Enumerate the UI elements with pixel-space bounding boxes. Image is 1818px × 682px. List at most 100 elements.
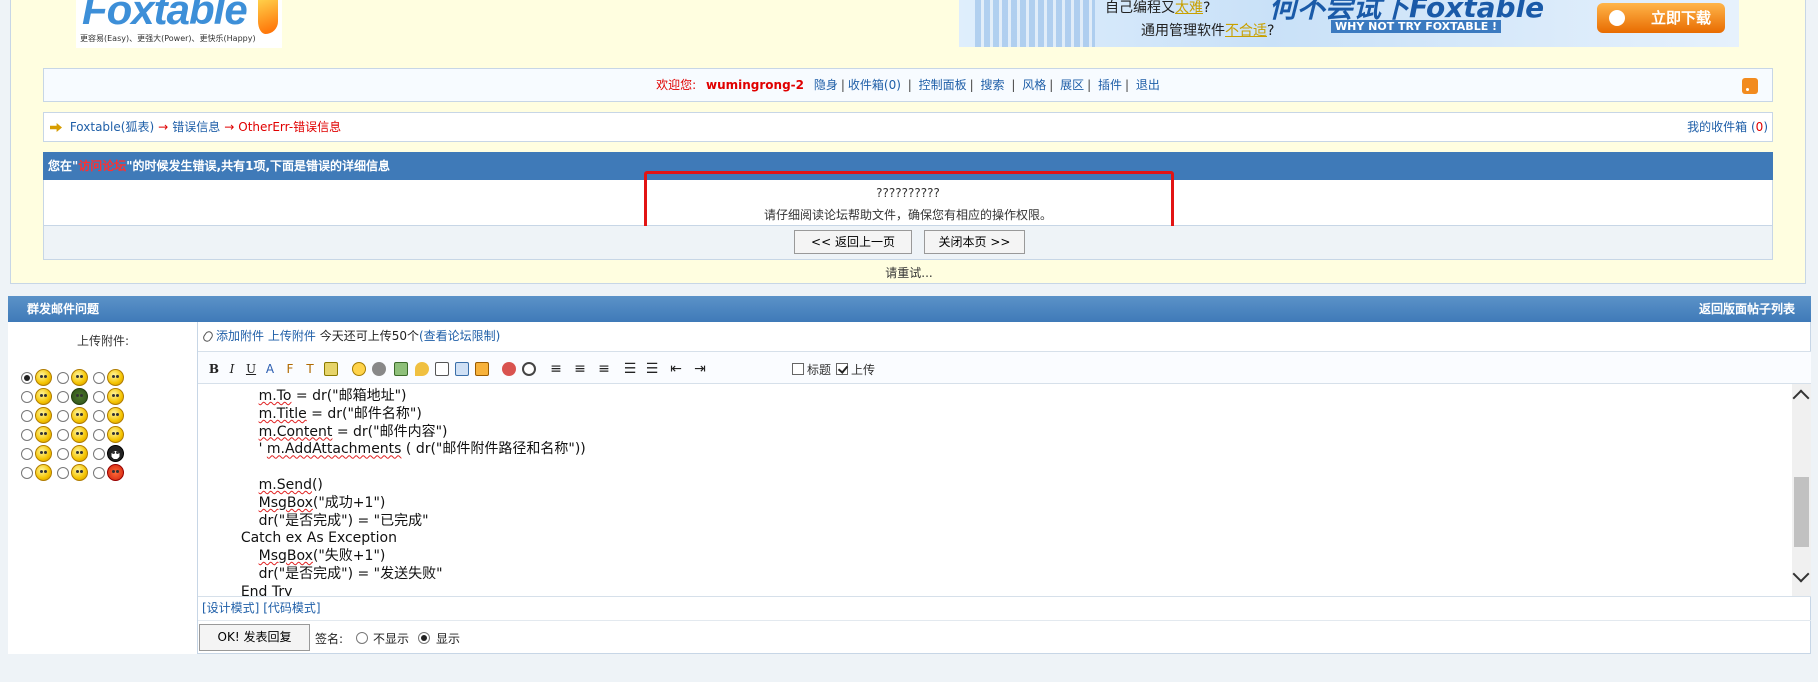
bold-icon[interactable]: B	[206, 361, 222, 377]
emoticon-radio[interactable]	[21, 410, 33, 422]
align-right-icon[interactable]: ≡	[596, 361, 612, 377]
code-line: End Try	[240, 583, 293, 596]
link-control-panel[interactable]: 控制面板	[919, 78, 967, 92]
media-icon[interactable]	[435, 362, 449, 376]
emoticon-icon[interactable]	[35, 407, 52, 424]
smiley-icon[interactable]	[352, 362, 366, 376]
flash-icon[interactable]	[415, 362, 429, 376]
add-attachment-link[interactable]: 添加附件	[216, 329, 264, 343]
close-page-button[interactable]: 关闭本页 >>	[924, 230, 1025, 254]
breadcrumb-error-info[interactable]: 错误信息	[172, 120, 220, 134]
emoticon-radio[interactable]	[93, 429, 105, 441]
image-icon[interactable]	[394, 362, 408, 376]
face-icon[interactable]	[372, 362, 386, 376]
view-limit-link[interactable]: (查看论坛限制)	[419, 329, 500, 343]
design-mode-link[interactable]: [设计模式]	[202, 601, 259, 615]
emoticon-icon[interactable]	[107, 464, 124, 481]
paperclip-icon	[201, 329, 215, 344]
emoticon-radio[interactable]	[21, 448, 33, 460]
outdent-icon[interactable]: ⇤	[668, 361, 684, 377]
link-inbox[interactable]: 收件箱(0)	[848, 78, 901, 92]
submit-reply-button[interactable]: OK! 发表回复	[199, 624, 310, 651]
upload-attachment-link[interactable]: 上传附件	[268, 329, 316, 343]
emoticon-radio[interactable]	[21, 429, 33, 441]
emoticon-icon[interactable]	[35, 426, 52, 443]
back-button[interactable]: << 返回上一页	[794, 230, 912, 254]
editor-scrollbar[interactable]	[1792, 384, 1811, 596]
emoticon-icon[interactable]	[71, 464, 88, 481]
align-center-icon[interactable]: ≡	[572, 361, 588, 377]
table-icon[interactable]	[475, 362, 489, 376]
emoticon-icon[interactable]	[35, 369, 52, 386]
upload-checkbox-label: 上传	[851, 363, 876, 377]
italic-icon[interactable]: I	[224, 361, 240, 377]
emoticon-icon[interactable]	[35, 445, 52, 462]
signature-show-radio[interactable]	[418, 632, 430, 644]
emoticon-icon[interactable]	[71, 426, 88, 443]
align-left-icon[interactable]: ≡	[548, 361, 564, 377]
emoticon-radio[interactable]	[57, 391, 69, 403]
ordered-list-icon[interactable]: ☰	[622, 361, 638, 377]
font-size-icon[interactable]: T	[302, 361, 318, 377]
emoticon-icon[interactable]	[107, 407, 124, 424]
underline-icon[interactable]: U	[243, 361, 259, 377]
font-face-icon[interactable]: F	[282, 361, 298, 377]
title-checkbox-label: 标题	[807, 363, 832, 377]
signature-label: 签名:	[315, 632, 344, 646]
link-search[interactable]: 搜索	[980, 78, 1004, 92]
emoticon-radio[interactable]	[93, 391, 105, 403]
emoticon-icon[interactable]	[107, 445, 124, 462]
upload-checkbox[interactable]	[836, 363, 848, 375]
emoticon-radio[interactable]	[57, 410, 69, 422]
link-invisible[interactable]: 隐身	[814, 78, 838, 92]
emoticon-icon[interactable]	[107, 369, 124, 386]
username[interactable]: wumingrong-2	[706, 78, 804, 92]
link-showcase[interactable]: 展区	[1060, 78, 1084, 92]
code-editor[interactable]: m.To = dr("邮箱地址") m.Title = dr("邮件名称") m…	[198, 384, 1792, 596]
download-button[interactable]: 立即下载	[1597, 3, 1725, 33]
scroll-thumb[interactable]	[1794, 477, 1809, 547]
emoticon-radio[interactable]	[57, 448, 69, 460]
breadcrumb-home[interactable]: Foxtable(狐表)	[70, 120, 154, 134]
emoticon-icon[interactable]	[71, 369, 88, 386]
emoticon-radio[interactable]	[57, 429, 69, 441]
separator: |	[1049, 78, 1054, 92]
indent-icon[interactable]: ⇥	[692, 361, 708, 377]
ad-banner[interactable]: 自己编程又太难? 通用管理软件不合适? 何不尝试下Foxtable WHY NO…	[959, 0, 1739, 47]
emoticon-radio[interactable]	[93, 410, 105, 422]
scroll-up-icon[interactable]	[1792, 389, 1810, 407]
unordered-list-icon[interactable]: ☰	[644, 361, 660, 377]
my-inbox-link[interactable]: 我的收件箱 (0)	[1687, 113, 1768, 141]
emoticon-icon[interactable]	[71, 445, 88, 462]
scroll-down-icon[interactable]	[1792, 565, 1810, 583]
emoticon-icon[interactable]	[107, 426, 124, 443]
font-color-icon[interactable]: A	[262, 361, 278, 377]
emoticon-radio[interactable]	[21, 391, 33, 403]
emoticon-radio[interactable]	[21, 467, 33, 479]
color-palette-icon[interactable]	[502, 362, 516, 376]
foxtable-logo[interactable]: Foxtable 更容易(Easy)、更强大(Power)、更快乐(Happy)	[76, 0, 282, 48]
emoticon-radio[interactable]	[93, 372, 105, 384]
emoticon-radio[interactable]	[57, 467, 69, 479]
emoticon-icon[interactable]	[35, 388, 52, 405]
insert-picture-icon[interactable]	[455, 362, 469, 376]
attachment-bar: 添加附件 上传附件 今天还可上传50个(查看论坛限制)	[198, 322, 1811, 352]
emoticon-radio[interactable]	[93, 448, 105, 460]
link-plugins[interactable]: 插件	[1098, 78, 1122, 92]
emoticon-icon[interactable]	[35, 464, 52, 481]
emoticon-radio[interactable]	[57, 372, 69, 384]
title-checkbox[interactable]	[792, 363, 804, 375]
back-to-list-link[interactable]: 返回版面帖子列表	[1699, 296, 1795, 322]
link-style[interactable]: 风格	[1022, 78, 1046, 92]
emoticon-icon[interactable]	[107, 388, 124, 405]
rss-icon[interactable]	[1742, 78, 1758, 94]
link-logout[interactable]: 退出	[1136, 78, 1160, 92]
emoticon-icon[interactable]	[71, 388, 88, 405]
link-icon[interactable]	[522, 362, 536, 376]
highlight-pen-icon[interactable]	[324, 362, 338, 376]
signature-hide-radio[interactable]	[356, 632, 368, 644]
emoticon-icon[interactable]	[71, 407, 88, 424]
code-mode-link[interactable]: [代码模式]	[263, 601, 320, 615]
emoticon-radio[interactable]	[21, 372, 33, 384]
emoticon-radio[interactable]	[93, 467, 105, 479]
